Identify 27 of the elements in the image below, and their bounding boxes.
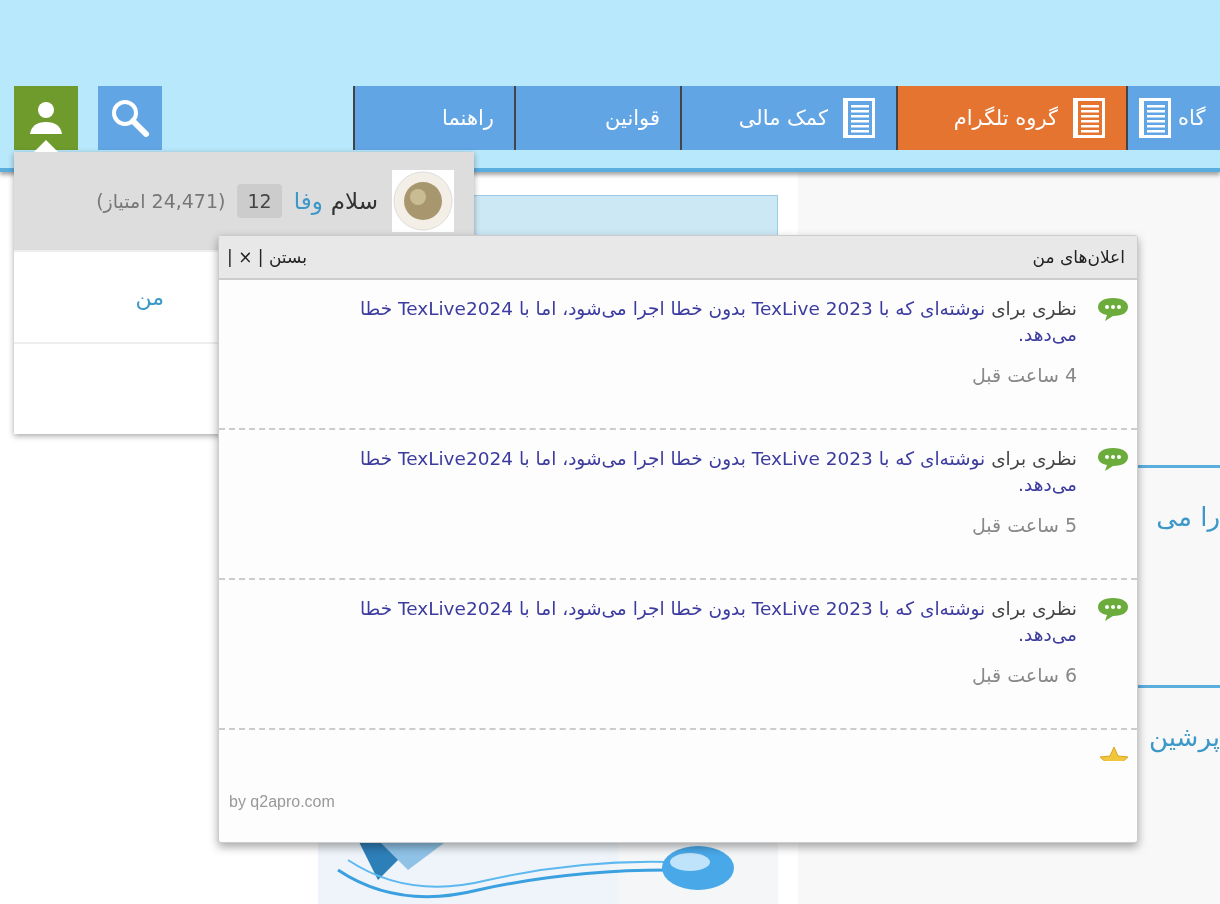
points-badge: 12 xyxy=(237,184,282,218)
article-title[interactable]: پرشین xyxy=(1149,721,1220,752)
notification-link[interactable]: نظری برای نوشته‌ای که با TexLive 2023 بدون خطا اجرا می‌شود، اما با TexLive2024 خطا می‌دهد. xyxy=(349,446,1077,498)
nav-tab[interactable]: قوانین xyxy=(514,86,680,150)
menu-link[interactable]: من xyxy=(135,284,164,310)
time-text: 5 ساعت قبل xyxy=(970,514,1077,536)
nav-tab[interactable]: کمک مالی xyxy=(680,86,896,150)
notification-link[interactable]: نظری برای نوشته‌ای که با TexLive 2023 بدون خطا اجرا می‌شود، اما با TexLive2024 خطا می‌دهد. xyxy=(349,596,1077,648)
user-button[interactable] xyxy=(14,86,78,150)
search-button[interactable] xyxy=(98,86,162,150)
time-text: 6 ساعت قبل xyxy=(970,664,1077,686)
time-text: 4 ساعت قبل xyxy=(970,364,1077,386)
speech-bubble-icon xyxy=(1097,596,1129,622)
close-link[interactable]: بستن | × | xyxy=(227,247,307,267)
notification-link[interactable]: نظری برای نوشته‌ای که با TexLive 2023 بدون خطا اجرا می‌شود، اما با TexLive2024 خطا می‌دهد. xyxy=(349,296,1077,348)
credit-text: by q2apro.com xyxy=(229,792,335,811)
points-text: (24,471 امتیاز) xyxy=(96,190,226,212)
avatar-icon xyxy=(392,170,454,232)
popup-title: اعلان‌های من xyxy=(1032,247,1125,267)
article-title[interactable]: را می xyxy=(1156,502,1220,532)
nav-tab[interactable]: راهنما xyxy=(353,86,514,150)
nav-tab[interactable]: گروه تلگرام xyxy=(896,86,1126,150)
speech-bubble-icon xyxy=(1097,296,1129,322)
username-link[interactable]: وفا xyxy=(293,188,323,214)
speech-bubble-icon xyxy=(1097,446,1129,472)
greeting-text: سلام xyxy=(330,188,378,214)
nav-tab[interactable]: گاه xyxy=(1126,86,1220,150)
